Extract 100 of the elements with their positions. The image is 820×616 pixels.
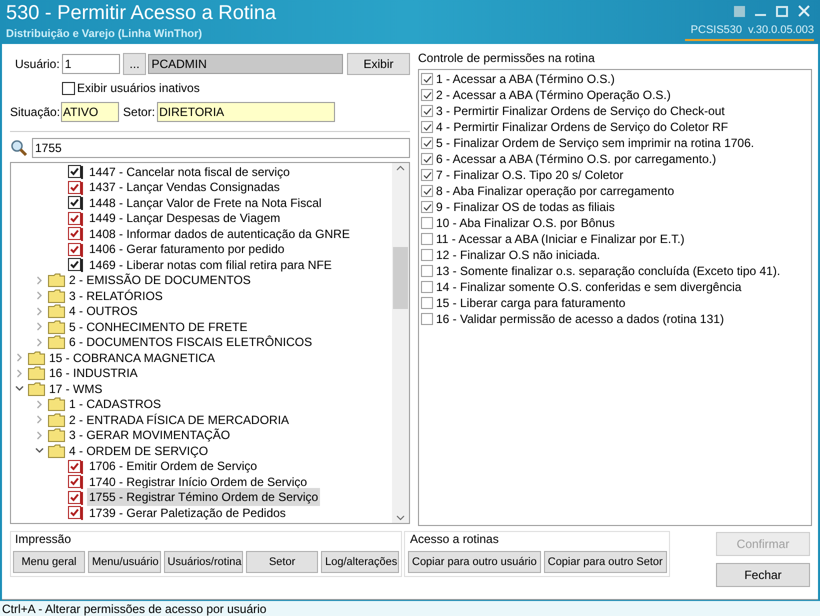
- tree-folder[interactable]: 16 - INDUSTRIA: [49, 364, 138, 382]
- permission-label[interactable]: 2 - Acessar a ABA (Término Operação O.S.): [436, 86, 671, 104]
- tree-folder[interactable]: 1 - CADASTROS: [69, 395, 162, 414]
- tree-item[interactable]: 1739 - Gerar Paletização de Pedidos: [87, 504, 288, 522]
- checkbox[interactable]: [68, 212, 81, 225]
- permission-label[interactable]: 4 - Permirtir Finalizar Ordens de Serviço do Coletor RF: [436, 118, 728, 136]
- permission-label[interactable]: 5 - Finalizar Ordem de Serviço sem imprimir na rotina 1706.: [436, 134, 754, 152]
- folder-icon: [48, 273, 65, 288]
- print-button[interactable]: Menu/usuário: [88, 551, 161, 573]
- window-subtitle: Distribuição e Varejo (Linha WinThor): [6, 27, 204, 42]
- checkbox[interactable]: [68, 475, 81, 488]
- folder-icon: [48, 412, 65, 427]
- permission-checkbox[interactable]: [421, 201, 433, 213]
- sector-label: Setor:: [123, 104, 156, 121]
- tree-item[interactable]: 1447 - Cancelar nota fiscal de serviço: [87, 163, 292, 181]
- folder-icon: [48, 428, 65, 442]
- print-button[interactable]: Log/alterações: [321, 551, 399, 573]
- permission-checkbox[interactable]: [421, 297, 433, 309]
- folder-icon: [28, 350, 45, 365]
- permission-checkbox[interactable]: [421, 73, 433, 85]
- checkbox[interactable]: [68, 258, 81, 272]
- permission-checkbox[interactable]: [421, 313, 433, 325]
- tree-item[interactable]: 1469 - Liberar notas com filial retira para NFE: [87, 256, 334, 274]
- search-field[interactable]: 1755: [32, 138, 410, 158]
- collapse-chevron-icon[interactable]: [35, 446, 44, 456]
- permission-checkbox[interactable]: [421, 249, 433, 261]
- checkbox[interactable]: [68, 196, 81, 210]
- tree-folder[interactable]: 5 - CONHECIMENTO DE FRETE: [69, 318, 248, 336]
- tree-item[interactable]: 1448 - Lançar Valor de Frete na Nota Fiscal: [87, 194, 324, 212]
- tree-item[interactable]: 1437 - Lançar Vendas Consignadas: [87, 178, 282, 196]
- scrollbar[interactable]: [392, 163, 409, 523]
- tree-folder[interactable]: 3 - RELATÓRIOS: [69, 286, 163, 305]
- tree-item[interactable]: 1449 - Lançar Despesas de Viagem: [87, 209, 282, 228]
- maximize-icon[interactable]: [776, 6, 788, 16]
- checkbox[interactable]: [68, 490, 81, 504]
- permission-label[interactable]: 9 - Finalizar OS de todas as filiais: [436, 198, 615, 216]
- show-button[interactable]: Exibir: [346, 53, 410, 75]
- folder-icon: [48, 288, 65, 303]
- tree-folder[interactable]: 3 - GERAR MOVIMENTAÇÃO: [69, 426, 230, 444]
- permission-label[interactable]: 16 - Validar permissão de acesso a dados (rotina 131): [436, 310, 724, 328]
- permission-label[interactable]: 14 - Finalizar somente O.S. conferidas e sem divergência: [436, 278, 742, 296]
- permission-label[interactable]: 11 - Acessar a ABA (Iniciar e Finalizar por E.T.): [436, 230, 685, 248]
- permission-label[interactable]: 8 - Aba Finalizar operação por carregamento: [436, 182, 674, 200]
- checkbox[interactable]: [68, 242, 81, 256]
- tree-item[interactable]: 1408 - Informar dados de autenticação da GNRE: [87, 224, 352, 243]
- tree-folder[interactable]: 6 - DOCUMENTOS FISCAIS ELETRÔNICOS: [69, 333, 312, 352]
- folder-icon: [48, 320, 65, 334]
- lookup-button[interactable]: ...: [122, 53, 146, 75]
- tree-item[interactable]: 1740 - Registrar Início Ordem de Serviço: [87, 472, 310, 491]
- print-button[interactable]: Menu geral: [13, 551, 85, 573]
- permission-label[interactable]: 13 - Somente finalizar o.s. separação concluída (Exceto tipo 41).: [436, 262, 780, 280]
- user-name-field[interactable]: PCADMIN: [148, 54, 343, 74]
- print-button[interactable]: Usuários/rotina: [164, 551, 244, 573]
- tree-folder[interactable]: 17 - WMS: [49, 380, 102, 398]
- permission-label[interactable]: 7 - Finalizar O.S. Tipo 20 s/ Coletor: [436, 166, 624, 184]
- tree-folder[interactable]: 4 - OUTROS: [69, 302, 138, 320]
- scroll-down-icon[interactable]: [396, 515, 405, 521]
- permission-label[interactable]: 15 - Liberar carga para faturamento: [436, 294, 626, 312]
- tree-folder[interactable]: 15 - COBRANCA MAGNETICA: [49, 348, 216, 367]
- user-code-field[interactable]: 1: [62, 54, 120, 74]
- permission-checkbox[interactable]: [421, 121, 433, 133]
- permissions-title: Controle de permissões na rotina: [418, 50, 596, 67]
- checkbox[interactable]: [68, 180, 81, 194]
- window-title: 530 - Permitir Acesso a Rotina: [6, 1, 276, 26]
- permission-label[interactable]: 6 - Acessar a ABA (Término O.S. por carregamento.): [436, 150, 716, 168]
- action-button[interactable]: Fechar: [716, 563, 810, 587]
- tree-item[interactable]: 1706 - Emitir Ordem de Serviço: [87, 457, 260, 476]
- permission-checkbox[interactable]: [421, 185, 433, 197]
- permission-label[interactable]: 3 - Permirtir Finalizar Ordens de Serviço do Check-out: [436, 102, 725, 120]
- copy-button[interactable]: Copiar para outro usuário: [408, 551, 541, 573]
- permission-checkbox[interactable]: [421, 265, 433, 277]
- checkbox[interactable]: [68, 506, 81, 520]
- print-button[interactable]: Setor: [246, 551, 318, 573]
- permission-checkbox[interactable]: [421, 89, 433, 101]
- sector-field[interactable]: DIRETORIA: [157, 102, 336, 122]
- scrollbar-thumb[interactable]: [393, 247, 408, 309]
- checkbox[interactable]: [68, 165, 81, 178]
- permission-label[interactable]: 1 - Acessar a ABA (Término O.S.): [436, 70, 615, 88]
- checkbox[interactable]: [68, 460, 81, 473]
- permission-checkbox[interactable]: [421, 169, 433, 181]
- permission-checkbox[interactable]: [421, 281, 433, 293]
- permission-checkbox[interactable]: [421, 105, 433, 117]
- tree-folder[interactable]: 2 - EMISSÃO DE DOCUMENTOS: [69, 271, 251, 290]
- permission-checkbox[interactable]: [421, 153, 433, 165]
- checkbox[interactable]: [62, 82, 75, 94]
- permission-label[interactable]: 12 - Finalizar O.S não iniciada.: [436, 246, 600, 264]
- tree-item[interactable]: 1406 - Gerar faturamento por pedido: [87, 240, 286, 258]
- permission-label[interactable]: 10 - Aba Finalizar O.S. por Bônus: [436, 214, 615, 232]
- tree-item[interactable]: 1755 - Registrar Témino Ordem de Serviço: [87, 488, 320, 506]
- situation-field[interactable]: ATIVO: [61, 102, 120, 122]
- close-icon[interactable]: [798, 5, 810, 17]
- collapse-chevron-icon[interactable]: [15, 384, 24, 394]
- tree-folder[interactable]: 4 - ORDEM DE SERVIÇO: [69, 442, 208, 460]
- permission-checkbox[interactable]: [421, 233, 433, 245]
- tree-folder[interactable]: 2 - ENTRADA FÍSICA DE MERCADORIA: [69, 410, 290, 429]
- scroll-up-icon[interactable]: [396, 165, 405, 171]
- permission-checkbox[interactable]: [421, 217, 433, 229]
- permission-checkbox[interactable]: [421, 137, 433, 149]
- copy-button[interactable]: Copiar para outro Setor: [544, 551, 667, 573]
- checkbox[interactable]: [68, 227, 81, 240]
